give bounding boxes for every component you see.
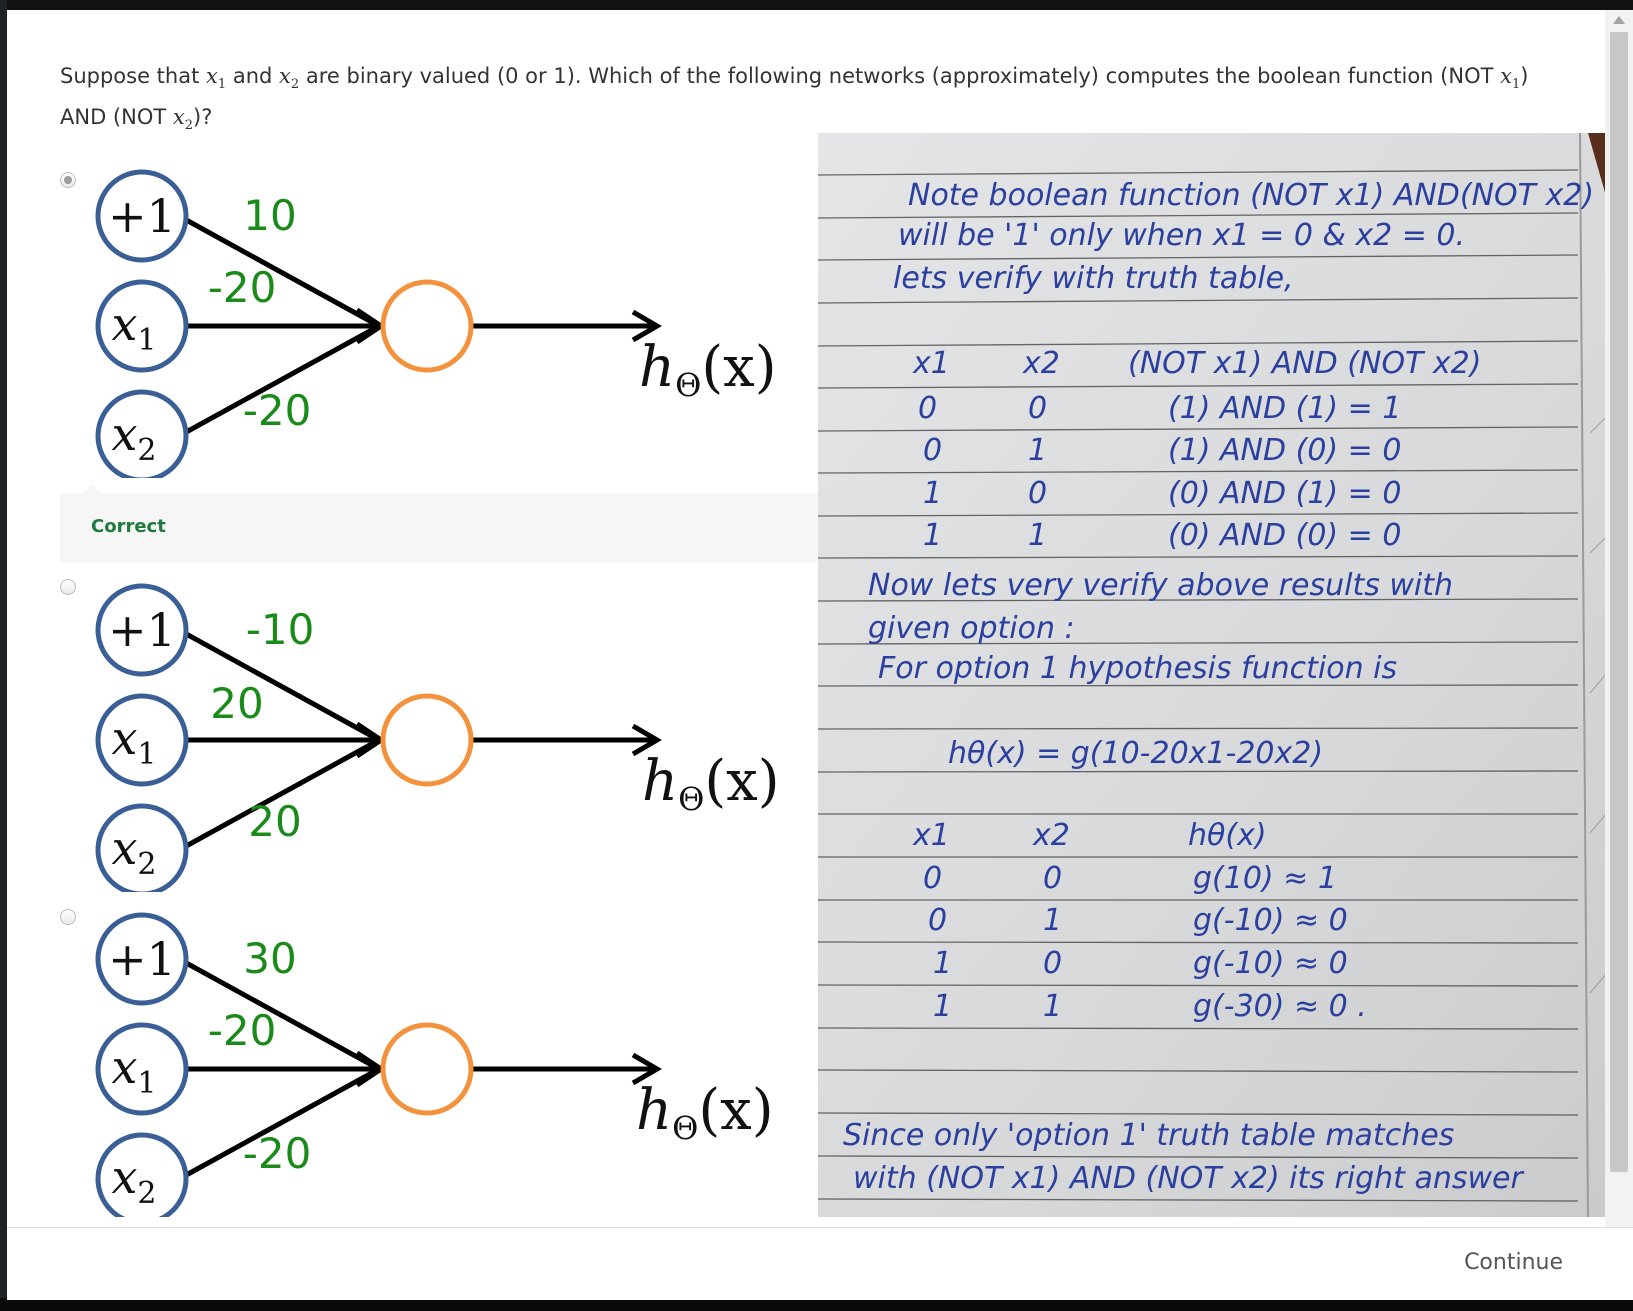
option-3-network[interactable]: +1 x1 x2 30 -20 -20 hΘ(x): [87, 901, 827, 1217]
note-th2-x2: x2: [1032, 818, 1070, 853]
option-2-radio[interactable]: [60, 579, 76, 595]
note-s2-a: 0: [928, 903, 947, 938]
handwritten-note-photo: Note boolean function (NOT x1) AND(NOT x…: [818, 133, 1605, 1217]
question-x1: x1: [206, 64, 227, 93]
note-s4-b: 1: [1043, 989, 1062, 1024]
network-diagram: +1 x1 x2 -10 20 20 hΘ(x): [95, 583, 780, 892]
question-and: and: [232, 64, 273, 88]
option-1-network[interactable]: +1 x1 x2 10 -20 -20 hΘ(x): [87, 158, 827, 478]
bias-label: +1: [108, 189, 176, 243]
note-line-1: Note boolean function (NOT x1) AND(NOT x…: [908, 178, 1594, 213]
note-r3-b: 0: [1028, 476, 1047, 511]
note-th2-x1: x1: [912, 818, 950, 853]
weight-bias: 30: [243, 934, 296, 983]
note-r2-a: 0: [923, 433, 942, 468]
output-node: [380, 693, 474, 787]
note-s4-c: g(-30) ≈ 0 .: [1193, 989, 1367, 1024]
note-line-with: with (NOT x1) AND (NOT x2) its right ans…: [853, 1161, 1524, 1196]
output-node: [380, 1022, 474, 1116]
question-x2-b: x2: [172, 105, 193, 134]
note-s3-a: 1: [933, 946, 952, 981]
note-th2-h: hθ(x): [1188, 818, 1267, 853]
scroll-up-arrow-icon[interactable]: [1613, 16, 1625, 24]
weight-x1: -20: [208, 1006, 277, 1055]
note-s2-b: 1: [1043, 903, 1062, 938]
note-s3-c: g(-10) ≈ 0: [1193, 946, 1348, 981]
note-th-fn: (NOT x1) AND (NOT x2): [1128, 346, 1481, 381]
bias-label: +1: [108, 932, 176, 986]
note-s1-b: 0: [1043, 861, 1062, 896]
note-r2-c: (1) AND (0) = 0: [1168, 433, 1401, 468]
weight-x1: 20: [210, 679, 263, 728]
option-2-network[interactable]: +1 x1 x2 -10 20 20 hΘ(x): [87, 572, 827, 892]
note-th-x1: x1: [912, 346, 950, 381]
option-3-radio[interactable]: [60, 909, 76, 925]
note-line-since: Since only 'option 1' truth table matche…: [843, 1118, 1454, 1153]
note-r4-b: 1: [1028, 518, 1047, 553]
note-line-for: For option 1 hypothesis function is: [878, 651, 1397, 686]
weight-x1: -20: [208, 263, 277, 312]
note-line-2: will be '1' only when x1 = 0 & x2 = 0.: [898, 218, 1465, 253]
bias-label: +1: [108, 603, 176, 657]
note-s4-a: 1: [933, 989, 952, 1024]
background-edge: [0, 0, 7, 1311]
weight-x2: 20: [248, 797, 301, 846]
question-x1-b: x1: [1500, 64, 1521, 93]
weight-x2: -20: [243, 386, 312, 435]
vertical-scrollbar[interactable]: [1605, 10, 1633, 1227]
output-label: hΘ(x): [642, 749, 780, 818]
note-r1-a: 0: [918, 391, 937, 426]
note-r4-c: (0) AND (0) = 0: [1168, 518, 1401, 553]
note-th-x2: x2: [1022, 346, 1060, 381]
note-line-h: hθ(x) = g(10-20x1-20x2): [948, 736, 1323, 771]
note-r4-a: 1: [923, 518, 942, 553]
continue-button[interactable]: Continue: [1464, 1250, 1563, 1275]
scroll-thumb[interactable]: [1610, 32, 1628, 1172]
quiz-modal: Suppose that x1 and x2 are binary valued…: [7, 10, 1633, 1300]
note-line-given: given option :: [868, 611, 1075, 646]
note-s1-c: g(10) ≈ 1: [1193, 861, 1337, 896]
output-label: hΘ(x): [639, 335, 777, 404]
modal-content: Suppose that x1 and x2 are binary valued…: [7, 10, 1605, 1217]
network-diagram: +1 x1 x2 30 -20 -20 hΘ(x): [95, 912, 774, 1217]
note-r2-b: 1: [1028, 433, 1047, 468]
output-node: [380, 279, 474, 373]
modal-footer: Continue: [7, 1227, 1633, 1300]
note-s3-b: 0: [1043, 946, 1062, 981]
weight-bias: -10: [246, 605, 315, 654]
output-label: hΘ(x): [636, 1078, 774, 1147]
note-s2-c: g(-10) ≈ 0: [1193, 903, 1348, 938]
note-r1-b: 0: [1028, 391, 1047, 426]
note-r3-a: 1: [923, 476, 942, 511]
note-line-now: Now lets very verify above results with: [868, 568, 1453, 603]
question-mid: are binary valued (0 or 1). Which of the…: [305, 64, 1494, 88]
note-s1-a: 0: [923, 861, 942, 896]
note-r1-c: (1) AND (1) = 1: [1168, 391, 1401, 426]
question-pre: Suppose that: [60, 64, 200, 88]
weight-x2: -20: [243, 1129, 312, 1178]
question-text: Suppose that x1 and x2 are binary valued…: [60, 60, 1550, 142]
question-x2: x2: [279, 64, 300, 93]
note-drawing: Note boolean function (NOT x1) AND(NOT x…: [818, 133, 1605, 1217]
feedback-correct: Correct: [91, 516, 166, 537]
note-line-3: lets verify with truth table,: [893, 261, 1294, 296]
question-end: )?: [193, 105, 213, 130]
network-diagram: +1 x1 x2 10 -20 -20 hΘ(x): [95, 169, 777, 478]
feedback-box: Correct: [60, 484, 830, 562]
note-r3-c: (0) AND (1) = 0: [1168, 476, 1401, 511]
option-1-radio[interactable]: [60, 172, 76, 188]
weight-bias: 10: [243, 191, 296, 240]
